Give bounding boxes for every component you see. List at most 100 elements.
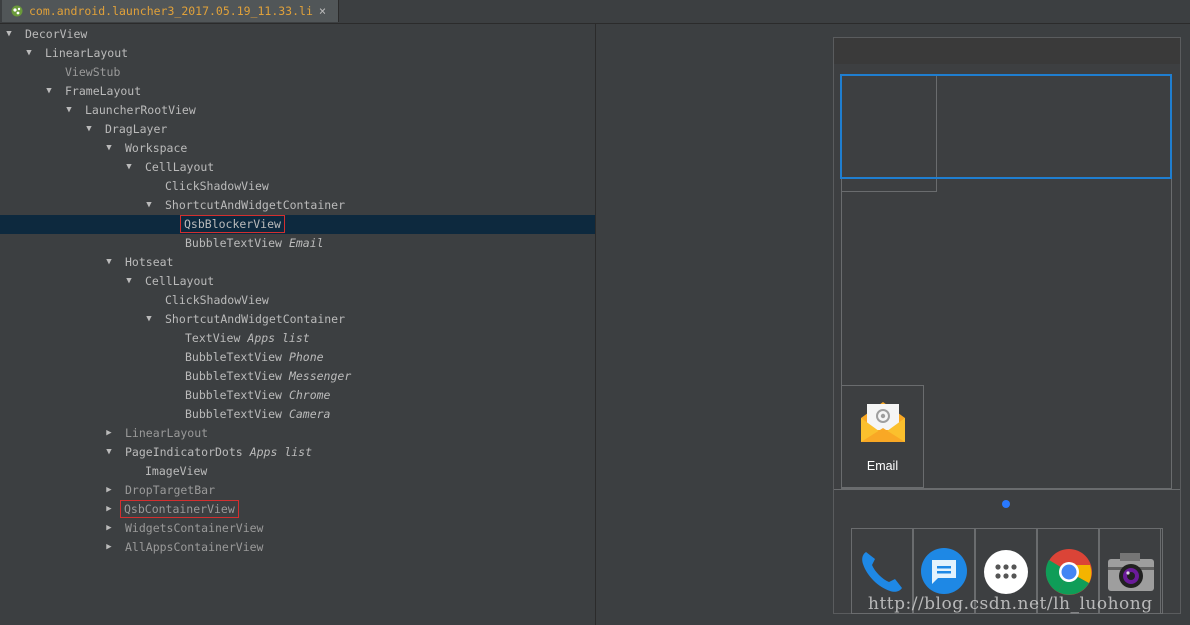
tree-node[interactable]: TextView Apps list: [0, 329, 595, 348]
expanded-arrow-icon[interactable]: ▼: [123, 272, 135, 291]
expanded-arrow-icon[interactable]: ▼: [83, 120, 95, 139]
tree-node-label: PageIndicatorDots Apps list: [125, 443, 312, 462]
tree-node-label: QsbBlockerView: [180, 215, 285, 234]
tree-node[interactable]: ▼ Hotseat: [0, 253, 595, 272]
tree-node-description: Apps list: [249, 445, 313, 459]
watermark: http://blog.csdn.net/lh_luohong: [868, 594, 1153, 614]
tree-node[interactable]: ▶ QsbContainerView: [0, 500, 595, 519]
collapsed-arrow-icon[interactable]: ▶: [103, 538, 115, 557]
tree-node-label: BubbleTextView Messenger: [185, 367, 351, 386]
tree-node[interactable]: ▼ CellLayout: [0, 158, 595, 177]
tree-node-name: WidgetsContainerView: [125, 521, 264, 535]
tree-node[interactable]: ▼ ShortcutAndWidgetContainer: [0, 196, 595, 215]
tree-node[interactable]: BubbleTextView Email: [0, 234, 595, 253]
expanded-arrow-icon[interactable]: ▼: [103, 139, 115, 158]
selected-view-highlight: [840, 74, 1172, 179]
tree-node-label: AllAppsContainerView: [125, 538, 263, 557]
tree-node-name: LauncherRootView: [85, 103, 196, 117]
expanded-arrow-icon[interactable]: ▼: [143, 310, 155, 329]
tree-node-label: Workspace: [125, 139, 187, 158]
tree-node-label: BubbleTextView Phone: [185, 348, 324, 367]
tree-node-name: QsbBlockerView: [180, 215, 285, 233]
tree-node[interactable]: ClickShadowView: [0, 177, 595, 196]
tab-title: com.android.launcher3_2017.05.19_11.33.l…: [29, 4, 313, 18]
tree-node-label: ClickShadowView: [165, 291, 269, 310]
tree-node[interactable]: ▶ AllAppsContainerView: [0, 538, 595, 557]
tree-node[interactable]: ▼ LinearLayout: [0, 44, 595, 63]
android-hierarchy-icon: [11, 5, 23, 17]
tree-node-name: BubbleTextView: [185, 350, 282, 364]
tree-node[interactable]: ▼ DragLayer: [0, 120, 595, 139]
tree-node-name: PageIndicatorDots: [125, 445, 243, 459]
tree-node[interactable]: ▼ FrameLayout: [0, 82, 595, 101]
tree-node[interactable]: BubbleTextView Camera: [0, 405, 595, 424]
tree-node-label: ShortcutAndWidgetContainer: [165, 310, 345, 329]
tree-node-description: Apps list: [247, 331, 310, 345]
tree-node-label: BubbleTextView Chrome: [185, 386, 330, 405]
tree-node-label: BubbleTextView Email: [185, 234, 324, 253]
expanded-arrow-icon[interactable]: ▼: [143, 196, 155, 215]
camera-icon: [1108, 553, 1154, 591]
tree-node-name: BubbleTextView: [185, 407, 282, 421]
tree-node[interactable]: ImageView: [0, 462, 595, 481]
expanded-arrow-icon[interactable]: ▼: [123, 158, 135, 177]
tree-node[interactable]: ▼ Workspace: [0, 139, 595, 158]
tree-node[interactable]: ▶ LinearLayout: [0, 424, 595, 443]
collapsed-arrow-icon[interactable]: ▶: [103, 481, 115, 500]
expanded-arrow-icon[interactable]: ▼: [43, 82, 55, 101]
tree-node[interactable]: BubbleTextView Messenger: [0, 367, 595, 386]
tree-node[interactable]: ▼ PageIndicatorDots Apps list: [0, 443, 595, 462]
tree-node-label: ClickShadowView: [165, 177, 269, 196]
tree-node[interactable]: ▶ WidgetsContainerView: [0, 519, 595, 538]
tree-node[interactable]: ClickShadowView: [0, 291, 595, 310]
tree-node-label: BubbleTextView Camera: [185, 405, 330, 424]
expanded-arrow-icon[interactable]: ▼: [3, 25, 15, 44]
tree-node-label: ImageView: [145, 462, 207, 481]
expanded-arrow-icon[interactable]: ▼: [63, 101, 75, 120]
tree-node[interactable]: ▼ CellLayout: [0, 272, 595, 291]
view-hierarchy-tree[interactable]: ▼ DecorView ▼ LinearLayout ViewStub ▼ FrameLay…: [0, 24, 595, 625]
tree-node-name: AllAppsContainerView: [125, 540, 264, 554]
tree-node-label: DecorView: [25, 25, 87, 44]
tree-node-label: LauncherRootView: [85, 101, 196, 120]
tree-node-label: LinearLayout: [125, 424, 208, 443]
expanded-arrow-icon[interactable]: ▼: [103, 443, 115, 462]
tree-node-name: BubbleTextView: [185, 369, 282, 383]
tab-launcher-hierarchy[interactable]: com.android.launcher3_2017.05.19_11.33.l…: [2, 0, 339, 22]
expanded-arrow-icon[interactable]: ▼: [103, 253, 115, 272]
tree-node[interactable]: ▼ ShortcutAndWidgetContainer: [0, 310, 595, 329]
tree-node-name: FrameLayout: [65, 84, 142, 98]
tree-node-label: FrameLayout: [65, 82, 141, 101]
collapsed-arrow-icon[interactable]: ▶: [103, 519, 115, 538]
tree-node[interactable]: BubbleTextView Chrome: [0, 386, 595, 405]
tree-node[interactable]: ▼ LauncherRootView: [0, 101, 595, 120]
tree-node-label: ViewStub: [65, 63, 120, 82]
collapsed-arrow-icon[interactable]: ▶: [103, 424, 115, 443]
tree-node-label: LinearLayout: [45, 44, 128, 63]
messenger-icon: [921, 548, 967, 594]
tree-node-label: QsbContainerView: [120, 500, 239, 519]
tree-node-name: LinearLayout: [45, 46, 129, 60]
chrome-icon: [1045, 549, 1092, 595]
tree-node-name: DropTargetBar: [125, 483, 216, 497]
tree-node[interactable]: QsbBlockerView: [0, 215, 595, 234]
collapsed-arrow-icon[interactable]: ▶: [103, 500, 115, 519]
tree-node-name: ImageView: [145, 464, 208, 478]
tree-node[interactable]: BubbleTextView Phone: [0, 348, 595, 367]
tree-node-name: DecorView: [25, 27, 88, 41]
tab-bar: com.android.launcher3_2017.05.19_11.33.l…: [0, 0, 1190, 24]
tree-node[interactable]: ViewStub: [0, 63, 595, 82]
tree-node-label: DragLayer: [105, 120, 167, 139]
tree-node-description: Messenger: [288, 369, 352, 383]
tree-node-name: CellLayout: [145, 160, 215, 174]
expanded-arrow-icon[interactable]: ▼: [23, 44, 35, 63]
tree-node-description: Camera: [288, 407, 331, 421]
page-indicator-dot: [1002, 500, 1010, 508]
tree-node-label: CellLayout: [145, 272, 214, 291]
tree-node-name: QsbContainerView: [120, 500, 239, 518]
close-icon[interactable]: ×: [319, 4, 326, 18]
tree-node[interactable]: ▼ DecorView: [0, 25, 595, 44]
tree-node[interactable]: ▶ DropTargetBar: [0, 481, 595, 500]
tree-node-name: BubbleTextView: [185, 388, 282, 402]
tree-node-label: ShortcutAndWidgetContainer: [165, 196, 345, 215]
